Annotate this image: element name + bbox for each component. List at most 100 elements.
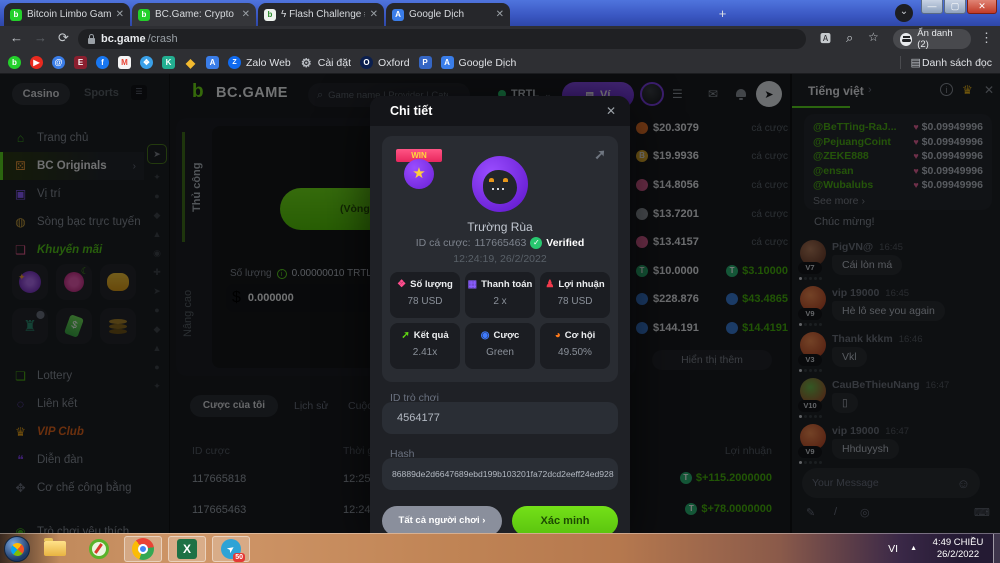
forward-icon[interactable]: → [34,30,47,45]
stat-chance: ◕Cơ hội 49.50% [540,323,610,369]
player-username: Trường Rùa [382,220,618,234]
notification-badge: 50 [233,553,245,562]
bookmark-zalo[interactable]: Zalo Web [246,57,291,69]
oxford-icon[interactable]: O [360,56,373,69]
verify-button[interactable]: Xác minh [512,506,618,533]
share-icon[interactable]: ➚ [594,146,606,163]
bookmark-e-icon[interactable]: E [74,56,87,69]
bet-id-row: ID cá cược: 117665463 ✓ Verified [382,237,618,249]
zalo-icon[interactable]: Z [228,56,241,69]
stat-amount: ❖Số lượng 78 USD [390,272,460,318]
tab-title: Bitcoin Limbo Game - Play Limbo [27,9,111,20]
page-viewport: Casino Sports ☰ ⌂ Trang chủ ⚄ BC Origina… [0,74,1000,533]
close-icon[interactable]: ✕ [496,9,504,20]
bookmark-kucoin-icon[interactable]: K [162,56,175,69]
taskbar-clock[interactable]: 4:49 CHIỀU 26/2/2022 [929,537,987,561]
back-icon[interactable]: ← [10,30,23,45]
stat-profit: ♟Lợi nhuận 78 USD [540,272,610,318]
menu-dots-icon[interactable]: ⋮ [980,30,993,46]
bookmark-bcgame-icon[interactable]: b [8,56,21,69]
profile-label: Ẩn danh (2) [917,28,964,50]
reading-list-label: Danh sách đọc [922,57,992,69]
bookmark-translate-icon[interactable]: A [206,56,219,69]
address-bar[interactable]: bc.game/crash [78,29,806,49]
taskbar-chrome[interactable] [124,536,162,562]
bookmark-at-icon[interactable]: @ [52,56,65,69]
bookmark-star-icon[interactable]: ☆ [868,30,879,44]
zoom-icon[interactable]: ⌕ [846,30,853,46]
card-icon: ▦ [468,279,477,290]
bet-stats-grid: ❖Số lượng 78 USD ▦Thanh toán 2 x ♟Lợi nh… [390,272,610,369]
bookmark-binance-icon[interactable]: ◆ [184,56,197,69]
bet-id-value: 117665463 [475,237,527,249]
reload-icon[interactable]: ⟳ [58,30,69,46]
game-disc-icon [89,539,109,559]
taskbar-telegram[interactable]: ➤ 50 [212,536,250,562]
browser-toolbar: ← → ⟳ bc.game/crash 🅰 ⌕ ☆ Ẩn danh (2) ⋮ [0,26,1000,52]
stat-payout: ▦Thanh toán 2 x [465,272,535,318]
close-icon[interactable]: ✕ [242,9,250,20]
translate-favicon: A [392,9,404,21]
browser-tab-bcgame[interactable]: b BC.Game: Crypto Casino Games ✕ [132,3,256,26]
hash-field[interactable]: 86889de2d6647689ebd199b103201fa72dcd2eef… [382,458,618,490]
language-indicator[interactable]: VI [888,543,898,555]
stat-result: ➚Kết quả 2.41x [390,323,460,369]
clock-time: 4:49 CHIỀU [929,537,987,549]
lock-icon [88,38,95,44]
excel-icon: X [177,539,197,559]
browser-tab-limbo[interactable]: b Bitcoin Limbo Game - Play Limbo ✕ [4,3,130,26]
chance-icon: ◕ [555,330,561,341]
game-id-field[interactable]: 4564177 [382,402,618,434]
bookmark-youtube-icon[interactable]: ▶ [30,56,43,69]
bcgame-favicon: b [138,9,150,21]
taskbar: X ➤ 50 VI ▲ 4:49 CHIỀU 26/2/2022 [0,533,1000,563]
system-tray: VI ▲ 4:49 CHIỀU 26/2/2022 [888,534,1000,563]
bookmark-p-icon[interactable]: P [419,56,432,69]
bookmark-oxford[interactable]: Oxford [378,57,410,69]
taskbar-excel[interactable]: X [168,536,206,562]
bookmarks-bar: b ▶ @ E f M ❖ K ◆ A Z Zalo Web ⚙ Cài đặt… [0,52,1000,74]
tab-search-chevron-icon[interactable]: ⌄ [895,4,913,22]
address-domain: bc.game [101,33,146,45]
new-tab-button[interactable]: + [714,6,731,23]
translate-page-icon[interactable]: 🅰 [820,30,831,46]
folder-icon [44,541,66,556]
verified-shield-icon: ✓ [530,237,542,249]
taskbar-game[interactable] [80,536,118,562]
translate-icon[interactable]: A [441,56,454,69]
player-avatar[interactable] [472,156,528,212]
clock-date: 26/2/2022 [929,549,987,561]
start-button[interactable] [4,536,30,562]
taskbar-explorer[interactable] [36,536,74,562]
stat-bet: ◉Cược Green [465,323,535,369]
show-desktop-button[interactable] [993,534,1000,563]
bookmark-share-icon[interactable]: ❖ [140,56,153,69]
reading-list-icon: ▤ [911,56,921,69]
browser-tab-flash[interactable]: b ϟ Flash Challenge #2 ϟ - Flash Ch ✕ [258,3,384,26]
bet-summary-card: WIN ★ ➚ Trường Rùa ID cá cược: 117665463… [382,136,618,382]
bookmark-gmail-icon[interactable]: M [118,56,131,69]
all-players-button[interactable]: Tất cả người chơi › [382,506,502,533]
browser-tab-translate[interactable]: A Google Dịch ✕ [386,3,510,26]
profit-icon: ♟ [545,279,554,290]
screen: b Bitcoin Limbo Game - Play Limbo ✕ b BC… [0,0,1000,563]
monster-avatar-icon [483,170,517,204]
tab-title: ϟ Flash Challenge #2 ϟ - Flash Ch [281,9,365,20]
incognito-profile-chip[interactable]: Ẩn danh (2) [893,29,971,49]
modal-close-icon[interactable]: ✕ [606,104,616,118]
tab-title: Google Dịch [409,9,491,20]
gear-icon[interactable]: ⚙ [300,56,313,69]
close-icon[interactable]: ✕ [370,9,378,20]
close-window-button[interactable]: ✕ [967,0,997,14]
close-icon[interactable]: ✕ [116,9,124,20]
maximize-button[interactable]: ▢ [944,0,966,14]
bookmark-translate[interactable]: Google Dịch [459,57,517,69]
minimize-button[interactable]: — [921,0,943,14]
windows-flag-icon [8,540,26,558]
bookmark-facebook-icon[interactable]: f [96,56,109,69]
reading-list[interactable]: ▤ Danh sách đọc [900,56,992,69]
bookmark-settings[interactable]: Cài đặt [318,57,351,69]
tray-expand-icon[interactable]: ▲ [910,545,917,552]
bet-icon: ◉ [481,330,490,341]
address-path: /crash [148,33,178,45]
